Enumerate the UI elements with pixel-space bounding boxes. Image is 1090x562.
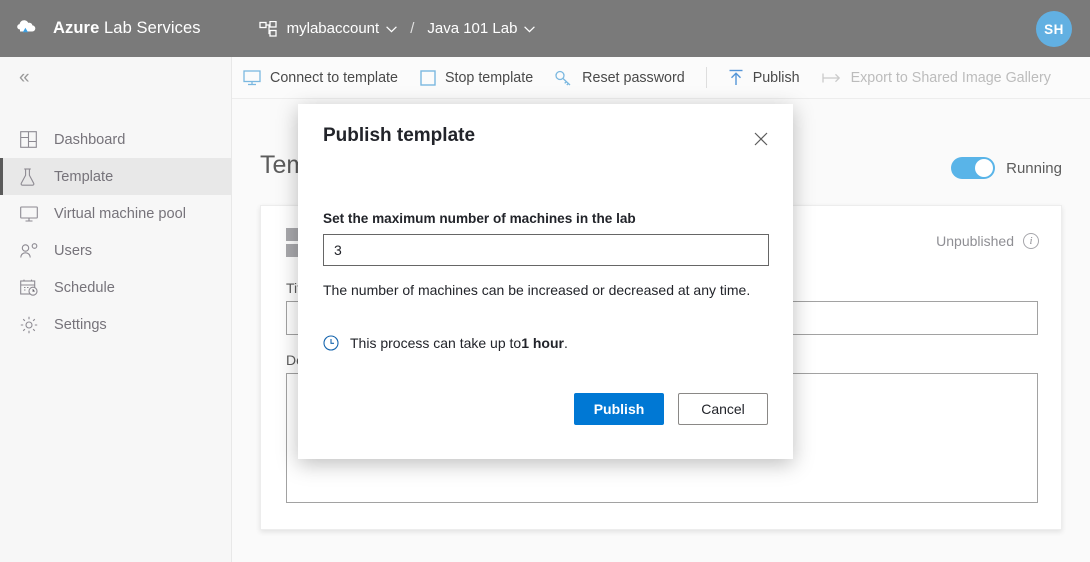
sidebar-item-label: Settings <box>54 316 107 333</box>
sidebar-nav: Dashboard Template Virtual machine pool <box>0 121 231 343</box>
publish-template-dialog: Publish template Set the maximum number … <box>298 104 793 459</box>
flask-icon <box>20 167 42 186</box>
info-icon[interactable]: i <box>1023 233 1039 249</box>
users-icon <box>20 242 42 259</box>
export-to-shared-image-gallery-button: Export to Shared Image Gallery <box>811 57 1062 99</box>
reset-password-button[interactable]: Reset password <box>544 57 696 99</box>
sidebar-item-users[interactable]: Users <box>0 232 231 269</box>
command-bar-divider <box>705 67 707 88</box>
close-icon[interactable] <box>748 126 774 152</box>
monitor-icon <box>243 69 261 86</box>
cancel-button[interactable]: Cancel <box>678 393 768 425</box>
export-arrow-icon <box>821 71 842 85</box>
connect-to-template-button[interactable]: Connect to template <box>232 57 409 99</box>
breadcrumb-account-label: mylabaccount <box>286 20 380 37</box>
stop-template-button[interactable]: Stop template <box>409 57 544 99</box>
sidebar-item-schedule[interactable]: Schedule <box>0 269 231 306</box>
max-machines-input[interactable] <box>323 234 769 266</box>
sidebar-item-label: Template <box>54 168 114 185</box>
key-icon <box>555 70 573 86</box>
dialog-actions: Publish Cancel <box>574 393 768 425</box>
duration-note-suffix: . <box>563 335 568 351</box>
top-bar: Azure Lab Services mylabaccount / Java 1… <box>0 0 1090 57</box>
dialog-body: Set the maximum number of machines in th… <box>323 211 769 351</box>
publish-status-label: Unpublished <box>936 233 1014 249</box>
sidebar-item-label: Schedule <box>54 279 115 296</box>
sidebar-item-template[interactable]: Template <box>0 158 231 195</box>
reset-password-label: Reset password <box>582 69 685 86</box>
breadcrumb-lab[interactable]: Java 101 Lab <box>427 20 536 37</box>
monitor-icon <box>20 205 42 222</box>
sidebar-item-dashboard[interactable]: Dashboard <box>0 121 231 158</box>
connect-to-template-label: Connect to template <box>270 69 398 86</box>
brand-title: Azure Lab Services <box>53 19 201 37</box>
stop-template-label: Stop template <box>444 69 534 86</box>
status-toggle-group: Running <box>951 157 1062 179</box>
publish-label: Publish <box>752 69 800 86</box>
publish-up-arrow-icon <box>728 69 744 86</box>
publish-status-badge: Unpublished i <box>936 233 1039 249</box>
calendar-clock-icon <box>20 279 42 296</box>
running-toggle[interactable] <box>951 157 996 179</box>
avatar-initials: SH <box>1044 21 1064 37</box>
collapse-sidebar-button[interactable]: « <box>0 57 231 99</box>
publish-button[interactable]: Publish <box>717 57 811 99</box>
avatar[interactable]: SH <box>1036 11 1072 47</box>
chevron-down-icon <box>524 20 536 37</box>
sidebar-item-settings[interactable]: Settings <box>0 306 231 343</box>
sidebar-item-label: Virtual machine pool <box>54 205 186 222</box>
stop-square-icon <box>420 69 436 86</box>
sidebar-item-virtual-machine-pool[interactable]: Virtual machine pool <box>0 195 231 232</box>
clock-icon <box>323 335 339 351</box>
breadcrumb-lab-label: Java 101 Lab <box>427 20 518 37</box>
command-bar: Connect to template Stop template Reset … <box>232 57 1090 99</box>
publish-confirm-button[interactable]: Publish <box>574 393 664 425</box>
breadcrumb-separator: / <box>410 20 415 37</box>
duration-note: This process can take up to 1 hour. <box>323 335 768 351</box>
gear-icon <box>20 316 42 334</box>
max-machines-label: Set the maximum number of machines in th… <box>323 211 636 226</box>
chevron-double-left-icon: « <box>19 67 29 88</box>
toggle-knob <box>975 159 994 177</box>
breadcrumb-account[interactable]: mylabaccount <box>258 20 398 38</box>
azure-cloud-icon <box>16 16 42 42</box>
lab-account-icon <box>258 20 278 38</box>
max-machines-help-text: The number of machines can be increased … <box>323 282 751 298</box>
dashboard-grid-icon <box>20 131 42 148</box>
dialog-title: Publish template <box>323 125 476 146</box>
export-label: Export to Shared Image Gallery <box>850 69 1051 86</box>
sidebar-item-label: Dashboard <box>54 131 126 148</box>
duration-note-prefix: This process can take up to <box>350 335 522 351</box>
sidebar-item-label: Users <box>54 242 93 259</box>
chevron-down-icon <box>386 20 398 37</box>
breadcrumb: mylabaccount / Java 101 Lab <box>258 20 536 38</box>
running-toggle-label: Running <box>1006 159 1062 177</box>
duration-note-value: 1 hour <box>521 335 564 351</box>
brand[interactable]: Azure Lab Services <box>16 16 201 42</box>
sidebar: « Dashboard Template Virtual machine poo… <box>0 57 232 562</box>
